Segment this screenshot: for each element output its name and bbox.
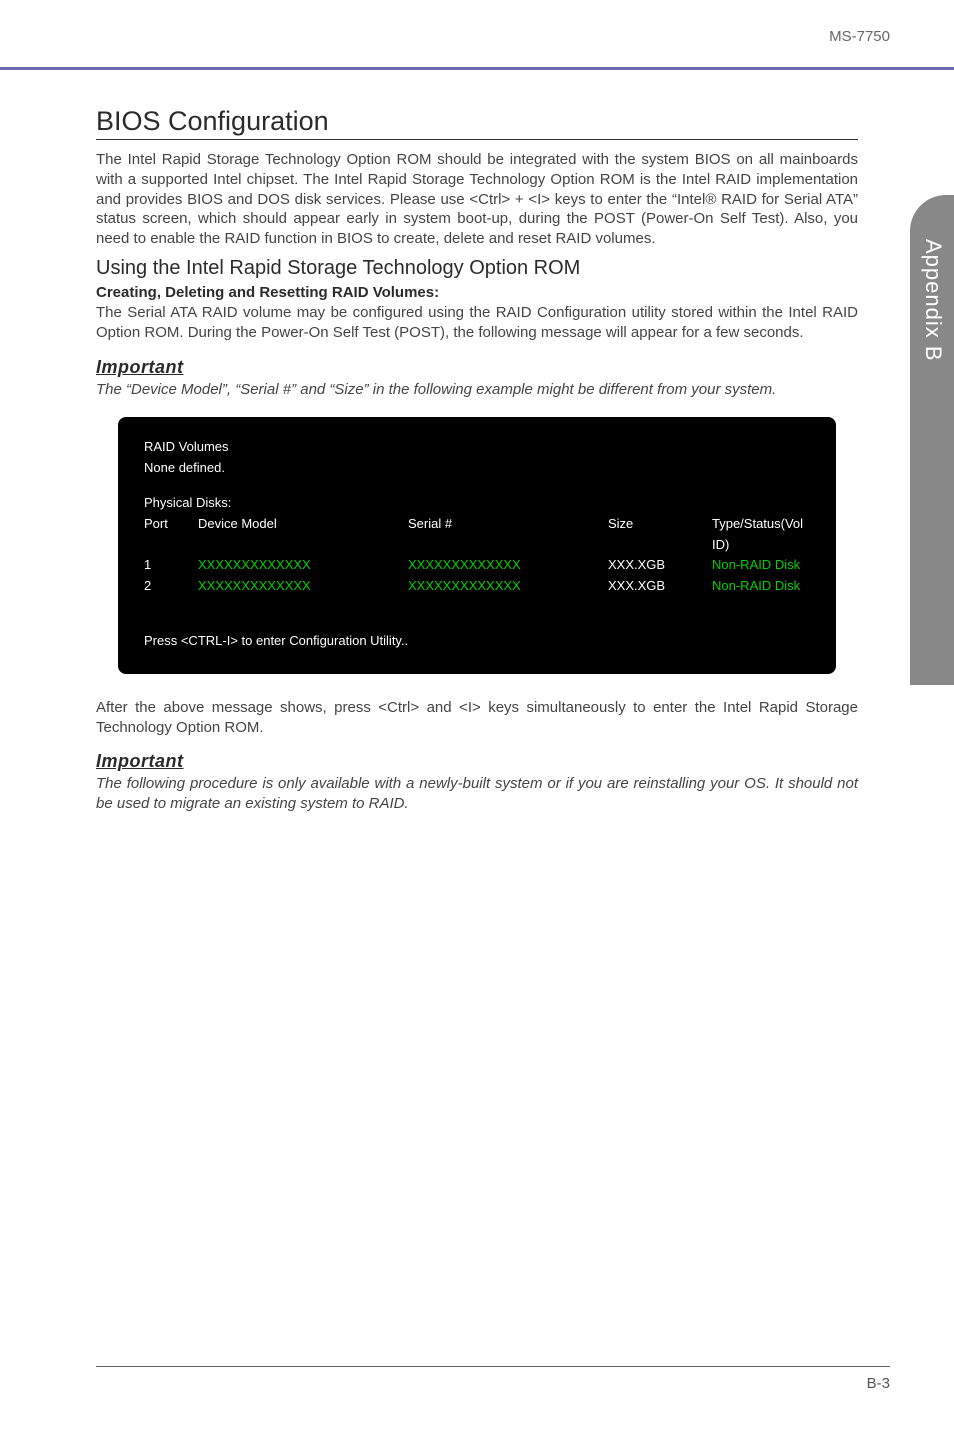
console-none-defined: None defined. — [144, 458, 810, 479]
cell-size: XXX.XGB — [608, 576, 712, 597]
cell-model: XXXXXXXXXXXXX — [198, 555, 408, 576]
important-callout-2: Important — [96, 751, 858, 772]
console-header-type: Type/Status(Vol ID) — [712, 514, 810, 556]
cell-port: 1 — [144, 555, 198, 576]
console-header-size: Size — [608, 514, 712, 556]
page-footer: B-3 — [96, 1366, 890, 1392]
console-header-serial: Serial # — [408, 514, 608, 556]
cell-serial: XXXXXXXXXXXXX — [408, 576, 608, 597]
subsection-title: Using the Intel Rapid Storage Technology… — [96, 257, 858, 280]
cell-size: XXX.XGB — [608, 555, 712, 576]
side-tab: Appendix B — [910, 195, 954, 685]
console-footer-prompt: Press <CTRL-I> to enter Configuration Ut… — [144, 631, 810, 652]
spacer — [144, 597, 810, 631]
page-number: B-3 — [867, 1375, 890, 1392]
console-header-port: Port — [144, 514, 198, 556]
table-row: 1 XXXXXXXXXXXXX XXXXXXXXXXXXX XXX.XGB No… — [144, 555, 810, 576]
subsection-body: The Serial ATA RAID volume may be config… — [96, 303, 858, 343]
cell-serial: XXXXXXXXXXXXX — [408, 555, 608, 576]
content-area: BIOS Configuration The Intel Rapid Stora… — [0, 70, 954, 814]
page: MS-7750 Appendix B BIOS Configuration Th… — [0, 0, 954, 1432]
console-header-model: Device Model — [198, 514, 408, 556]
side-tab-label: Appendix B — [910, 195, 946, 362]
spacer — [144, 479, 810, 493]
important-note-2: The following procedure is only availabl… — [96, 774, 858, 814]
table-row: 2 XXXXXXXXXXXXX XXXXXXXXXXXXX XXX.XGB No… — [144, 576, 810, 597]
after-console-text: After the above message shows, press <Ct… — [96, 698, 858, 738]
section-title: BIOS Configuration — [96, 106, 858, 140]
cell-type: Non-RAID Disk — [712, 576, 810, 597]
section-intro: The Intel Rapid Storage Technology Optio… — [96, 150, 858, 249]
cell-model: XXXXXXXXXXXXX — [198, 576, 408, 597]
console-raid-volumes-label: RAID Volumes — [144, 437, 810, 458]
important-note-1: The “Device Model”, “Serial #” and “Size… — [96, 380, 858, 400]
important-callout-1: Important — [96, 357, 858, 378]
header-bar: MS-7750 — [0, 0, 954, 70]
console-header-row: Port Device Model Serial # Size Type/Sta… — [144, 514, 810, 556]
console-physical-disks-label: Physical Disks: — [144, 493, 810, 514]
subsection-bold: Creating, Deleting and Resetting RAID Vo… — [96, 284, 858, 301]
bios-console: RAID Volumes None defined. Physical Disk… — [118, 417, 836, 673]
doc-id: MS-7750 — [0, 28, 890, 45]
cell-type: Non-RAID Disk — [712, 555, 810, 576]
cell-port: 2 — [144, 576, 198, 597]
